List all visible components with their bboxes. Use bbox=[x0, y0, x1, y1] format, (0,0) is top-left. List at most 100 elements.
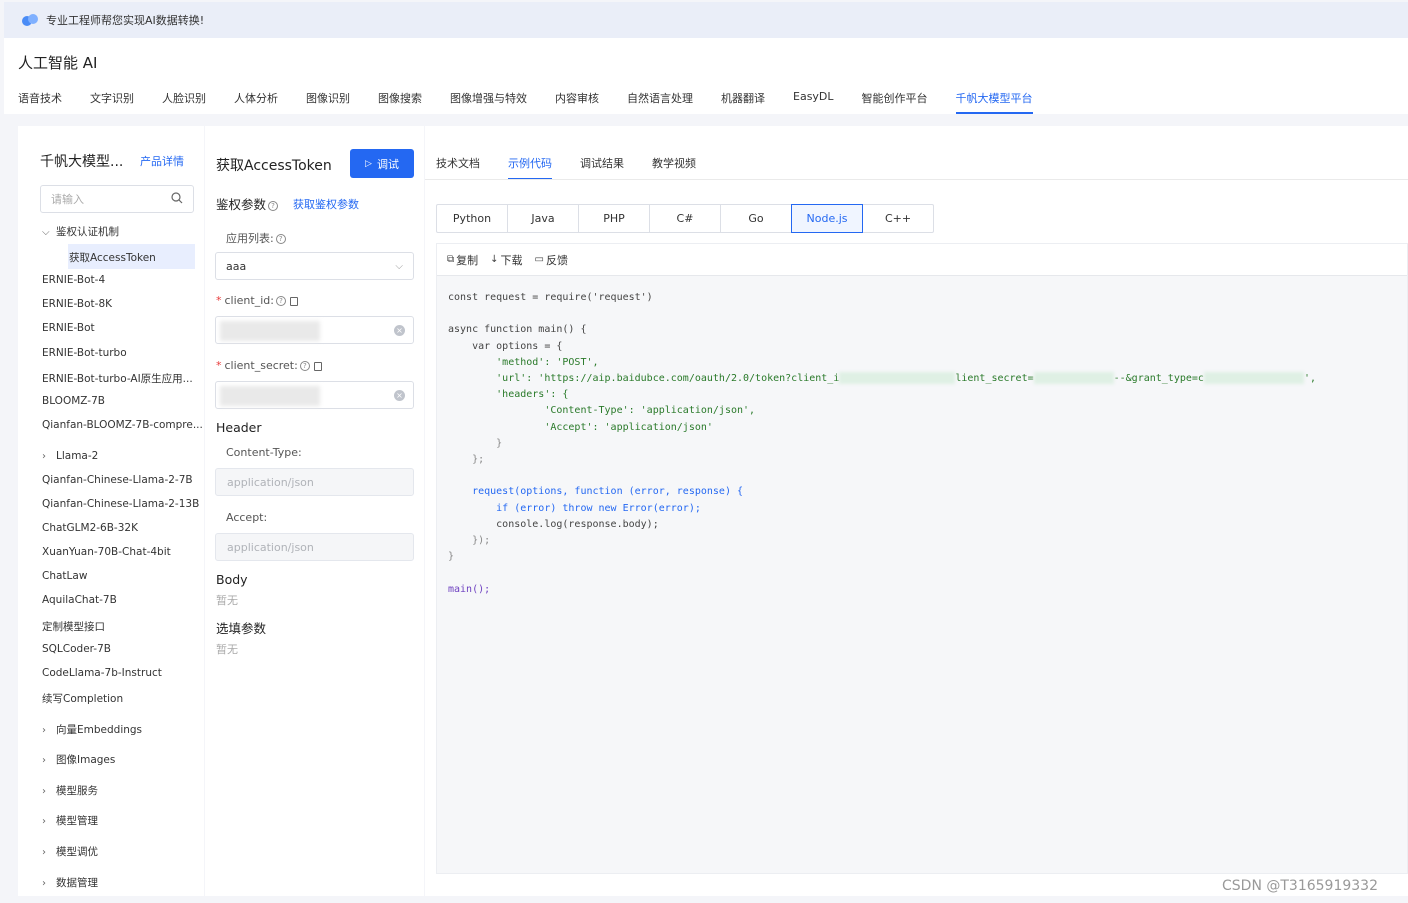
code-line: 'method': 'POST', bbox=[448, 356, 599, 368]
lang-go[interactable]: Go bbox=[720, 204, 792, 233]
help-icon[interactable]: ? bbox=[299, 361, 310, 371]
code-line: } bbox=[448, 437, 503, 449]
sidebar-item-completion[interactable]: 续写Completion bbox=[42, 691, 123, 706]
tab-easydl[interactable]: EasyDL bbox=[793, 90, 834, 114]
sidebar-item-ernie-bot-8k[interactable]: ERNIE-Bot-8K bbox=[42, 298, 112, 310]
code-line: main(); bbox=[448, 583, 491, 595]
search-icon[interactable] bbox=[171, 191, 183, 207]
code-line: 'url': 'https://aip.baidubce.com/oauth/2… bbox=[448, 373, 840, 385]
client-id-input[interactable]: × bbox=[215, 316, 414, 344]
content-type-label: Content-Type: bbox=[226, 446, 302, 459]
code-line: 'Accept': 'application/json' bbox=[448, 421, 713, 433]
watermark: CSDN @T3165919332 bbox=[1222, 878, 1378, 894]
sidebar-item-model-service[interactable]: › 模型服务 bbox=[42, 783, 98, 798]
tab-content-audit[interactable]: 内容审核 bbox=[555, 90, 599, 114]
clear-icon[interactable]: × bbox=[394, 389, 405, 401]
sidebar-item-xuanyuan[interactable]: XuanYuan-70B-Chat-4bit bbox=[42, 546, 171, 558]
sidebar-item-chinese-llama-13b[interactable]: Qianfan-Chinese-Llama-2-13B bbox=[42, 498, 199, 510]
help-icon[interactable]: ? bbox=[275, 296, 286, 306]
client-secret-input[interactable]: × bbox=[215, 381, 414, 409]
feedback-icon: ▭ bbox=[534, 254, 544, 265]
sidebar-item-model-tuning[interactable]: › 模型调优 bbox=[42, 844, 98, 859]
api-sidebar: 千帆大模型... 产品详情 ⌵鉴权认证机制 获取AccessToken ERNI… bbox=[18, 126, 204, 896]
debug-button[interactable]: ▷ 调试 bbox=[350, 149, 414, 178]
category-tabs: 语音技术 文字识别 人脸识别 人体分析 图像识别 图像搜索 图像增强与特效 内容… bbox=[18, 90, 1061, 114]
body-section-title: Body bbox=[216, 572, 248, 587]
tab-tech-docs[interactable]: 技术文档 bbox=[436, 155, 480, 180]
clear-icon[interactable]: × bbox=[394, 324, 405, 336]
code-block: ⧉ 复制 ↓ 下载 ▭ 反馈 const request = require('req… bbox=[436, 243, 1408, 874]
chevron-right-icon: › bbox=[42, 816, 46, 827]
sidebar-item-model-manage[interactable]: › 模型管理 bbox=[42, 813, 98, 828]
sidebar-item-qianfan-bloomz[interactable]: Qianfan-BLOOMZ-7B-compre... bbox=[42, 419, 203, 431]
sidebar-item-codellama[interactable]: CodeLlama-7b-Instruct bbox=[42, 667, 162, 679]
sidebar-item-embeddings[interactable]: › 向量Embeddings bbox=[42, 722, 142, 737]
download-button[interactable]: ↓ 下载 bbox=[490, 252, 522, 268]
help-icon[interactable]: ? bbox=[268, 200, 279, 211]
chevron-right-icon: › bbox=[42, 847, 46, 858]
sidebar-item-chinese-llama-7b[interactable]: Qianfan-Chinese-Llama-2-7B bbox=[42, 474, 193, 486]
accept-label: Accept: bbox=[226, 511, 268, 524]
lang-python[interactable]: Python bbox=[436, 204, 508, 233]
redacted-value bbox=[839, 372, 956, 385]
code-line: }); bbox=[448, 535, 491, 547]
app-list-label: 应用列表:? bbox=[226, 230, 286, 246]
client-secret-label: * client_secret:? bbox=[216, 359, 322, 372]
tab-nlp[interactable]: 自然语言处理 bbox=[627, 90, 693, 114]
tab-image-search[interactable]: 图像搜索 bbox=[378, 90, 422, 114]
header-section-title: Header bbox=[216, 420, 262, 435]
code-line: 'Content-Type': 'application/json', bbox=[448, 405, 756, 417]
content-type-field: application/json bbox=[215, 468, 414, 496]
sidebar-item-auth[interactable]: ⌵ 鉴权认证机制 bbox=[42, 224, 119, 239]
sidebar-item-bloomz-7b[interactable]: BLOOMZ-7B bbox=[42, 395, 105, 407]
help-icon[interactable]: ? bbox=[275, 234, 286, 244]
tab-qianfan[interactable]: 千帆大模型平台 bbox=[955, 90, 1033, 114]
copy-icon[interactable] bbox=[313, 361, 322, 371]
banner-text: 专业工程师帮您实现AI数据转换! bbox=[46, 14, 205, 27]
lang-cpp[interactable]: C++ bbox=[862, 204, 934, 233]
sidebar-item-aquilachat[interactable]: AquilaChat-7B bbox=[42, 594, 117, 606]
sidebar-item-chatlaw[interactable]: ChatLaw bbox=[42, 570, 87, 582]
sidebar-item-get-access-token[interactable]: 获取AccessToken bbox=[69, 250, 156, 265]
product-detail-link[interactable]: 产品详情 bbox=[140, 153, 184, 169]
tab-sample-code[interactable]: 示例代码 bbox=[508, 155, 552, 180]
tab-face[interactable]: 人脸识别 bbox=[162, 90, 206, 114]
lang-csharp[interactable]: C# bbox=[649, 204, 721, 233]
tab-creation[interactable]: 智能创作平台 bbox=[862, 90, 928, 114]
lang-nodejs[interactable]: Node.js bbox=[791, 204, 863, 233]
lang-java[interactable]: Java bbox=[507, 204, 579, 233]
tab-debug-result[interactable]: 调试结果 bbox=[580, 155, 624, 180]
sidebar-item-ernie-bot-4[interactable]: ERNIE-Bot-4 bbox=[42, 274, 105, 286]
feedback-button[interactable]: ▭ 反馈 bbox=[535, 252, 568, 268]
tab-image-recognition[interactable]: 图像识别 bbox=[306, 90, 350, 114]
tab-tutorial-video[interactable]: 教学视频 bbox=[652, 155, 696, 180]
redacted-value bbox=[220, 386, 320, 406]
sidebar-item-sqlcoder[interactable]: SQLCoder-7B bbox=[42, 643, 111, 655]
sidebar-item-data-manage[interactable]: › 数据管理 bbox=[42, 875, 98, 890]
sidebar-item-llama-2[interactable]: › Llama-2 bbox=[42, 450, 98, 462]
code-panel: 技术文档 示例代码 调试结果 教学视频 Python Java PHP C# G… bbox=[425, 126, 1408, 896]
top-banner: 专业工程师帮您实现AI数据转换! bbox=[4, 2, 1408, 38]
tab-speech[interactable]: 语音技术 bbox=[18, 90, 62, 114]
content-tabs: 技术文档 示例代码 调试结果 教学视频 bbox=[436, 155, 724, 180]
tab-ocr[interactable]: 文字识别 bbox=[90, 90, 134, 114]
sidebar-item-chatglm2[interactable]: ChatGLM2-6B-32K bbox=[42, 522, 138, 534]
sidebar-item-ernie-bot-turbo[interactable]: ERNIE-Bot-turbo bbox=[42, 347, 127, 359]
lang-php[interactable]: PHP bbox=[578, 204, 650, 233]
sidebar-item-ernie-bot-turbo-ai[interactable]: ERNIE-Bot-turbo-AI原生应用... bbox=[42, 371, 193, 386]
page-header: 人工智能 AI 语音技术 文字识别 人脸识别 人体分析 图像识别 图像搜索 图像… bbox=[4, 38, 1408, 114]
sidebar-search-input[interactable] bbox=[51, 192, 151, 206]
copy-button[interactable]: ⧉ 复制 bbox=[447, 252, 478, 268]
tab-body[interactable]: 人体分析 bbox=[234, 90, 278, 114]
sidebar-item-ernie-bot[interactable]: ERNIE-Bot bbox=[42, 322, 95, 334]
sidebar-item-custom-model[interactable]: 定制模型接口 bbox=[42, 619, 105, 634]
app-list-select[interactable]: aaa ⌵ bbox=[215, 252, 414, 280]
sidebar-item-images[interactable]: › 图像Images bbox=[42, 752, 115, 767]
copy-icon[interactable] bbox=[289, 296, 298, 306]
tab-image-enhance[interactable]: 图像增强与特效 bbox=[450, 90, 527, 114]
tab-translation[interactable]: 机器翻译 bbox=[721, 90, 765, 114]
chevron-right-icon: › bbox=[42, 725, 46, 736]
code-line: } bbox=[448, 551, 455, 563]
get-auth-params-link[interactable]: 获取鉴权参数 bbox=[293, 196, 359, 212]
code-line: 'headers': { bbox=[448, 389, 569, 401]
